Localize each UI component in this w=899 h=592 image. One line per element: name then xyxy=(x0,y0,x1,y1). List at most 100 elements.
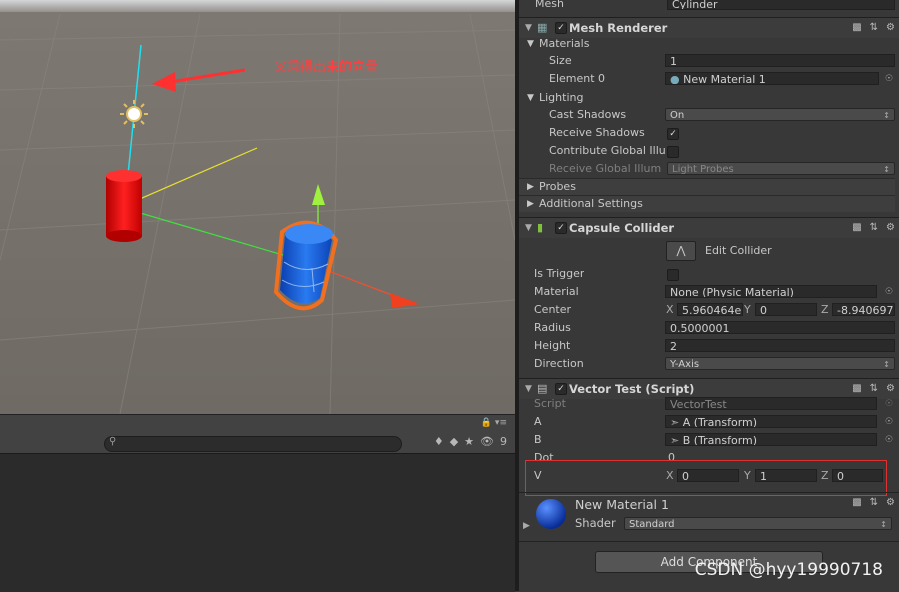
hidden-packages-icon[interactable]: 👁 xyxy=(480,435,494,448)
is-trigger-label: Is Trigger xyxy=(534,267,585,280)
element0-label: Element 0 xyxy=(549,72,606,85)
direction-value: Y-Axis xyxy=(670,359,700,370)
edit-collider-button[interactable]: ⋀ xyxy=(666,241,696,261)
height-field[interactable]: 2 xyxy=(665,339,895,352)
center-z-field[interactable]: -8.940697 xyxy=(832,303,895,316)
material-preview-section: ▶ New Material 1 Shader Standard ▩ ⇅ ⚙ xyxy=(519,492,899,541)
center-x-field[interactable]: 5.960464e xyxy=(677,303,743,316)
script-field: VectorTest xyxy=(665,397,877,410)
size-field[interactable]: 1 xyxy=(665,54,895,67)
vector-test-enabled-checkbox[interactable]: ✓ xyxy=(555,383,567,395)
cast-shadows-dropdown[interactable]: On xyxy=(665,108,895,121)
annotation-text: 叉乘得出来的向量 xyxy=(274,60,379,75)
radius-field[interactable]: 0.5000001 xyxy=(665,321,895,334)
help-book-icon[interactable]: ▩ xyxy=(852,218,861,238)
object-picker-icon[interactable]: ☉ xyxy=(885,283,893,301)
material-field[interactable]: None (Physic Material) xyxy=(665,285,877,298)
preset-icon[interactable]: ⇅ xyxy=(870,218,878,238)
direction-row: Direction Y-Axis xyxy=(519,355,899,373)
direction-dropdown[interactable]: Y-Axis xyxy=(665,357,895,370)
scene-view[interactable]: 叉乘得出来的向量 xyxy=(0,0,515,414)
mesh-value: Cylinder xyxy=(672,0,718,10)
b-field[interactable]: ➣ B (Transform) xyxy=(665,433,877,446)
probes-foldout[interactable]: ▶ Probes xyxy=(519,178,895,195)
receive-gi-value: Light Probes xyxy=(672,164,734,175)
size-value: 1 xyxy=(670,55,677,67)
receive-shadows-row: Receive Shadows ✓ xyxy=(519,124,899,142)
element0-field[interactable]: ● New Material 1 xyxy=(665,72,879,85)
red-cylinder[interactable] xyxy=(106,170,142,242)
mesh-renderer-enabled-checkbox[interactable]: ✓ xyxy=(555,22,567,34)
object-picker-icon[interactable]: ☉ xyxy=(885,431,893,449)
additional-settings-foldout[interactable]: ▶ Additional Settings xyxy=(519,195,895,212)
center-y-axis: Y xyxy=(744,303,751,316)
edit-collider-icon: ⋀ xyxy=(676,244,686,257)
element0-row: Element 0 ● New Material 1 ☉ xyxy=(519,70,899,88)
receive-shadows-label: Receive Shadows xyxy=(549,126,645,139)
shader-label: Shader xyxy=(575,516,616,530)
materials-foldout[interactable]: ▼ Materials xyxy=(519,35,899,53)
search-icon: ⚲ xyxy=(109,436,117,447)
preset-icon[interactable]: ⇅ xyxy=(870,497,878,508)
foldout-arrow-icon[interactable]: ▶ xyxy=(523,521,530,531)
radius-value: 0.5000001 xyxy=(670,322,730,334)
capsule-icon: ▮ xyxy=(537,221,544,234)
contribute-gi-label: Contribute Global Illu xyxy=(549,144,666,157)
script-label: Script xyxy=(534,397,566,410)
height-label: Height xyxy=(534,339,571,352)
height-value: 2 xyxy=(670,340,677,352)
additional-settings-label: Additional Settings xyxy=(539,197,643,210)
material-name: New Material 1 xyxy=(575,497,669,512)
object-picker-icon[interactable]: ☉ xyxy=(885,70,893,88)
direction-label: Direction xyxy=(534,357,584,370)
transform-icon: ➣ xyxy=(670,416,680,428)
capsule-collider-enabled-checkbox[interactable]: ✓ xyxy=(555,222,567,234)
favorite-star-icon[interactable]: ★ xyxy=(464,435,474,448)
material-preview-sphere xyxy=(536,499,566,529)
center-z-axis: Z xyxy=(821,303,829,316)
script-value: VectorTest xyxy=(670,398,727,410)
contribute-gi-checkbox[interactable] xyxy=(667,146,679,158)
foldout-arrow-icon: ▼ xyxy=(527,39,534,49)
mesh-field[interactable]: Cylinder xyxy=(667,0,895,10)
object-picker-icon[interactable]: ☉ xyxy=(885,413,893,431)
cast-shadows-label: Cast Shadows xyxy=(549,108,627,121)
foldout-arrow-icon: ▼ xyxy=(527,93,534,103)
capsule-collider-header[interactable]: ▼ ▮ ✓ Capsule Collider ▩ ⇅ ⚙ xyxy=(519,217,899,238)
receive-shadows-checkbox[interactable]: ✓ xyxy=(667,128,679,140)
center-y-value: 0 xyxy=(760,304,767,316)
search-input[interactable]: ⚲ xyxy=(104,436,402,452)
radius-label: Radius xyxy=(534,321,571,334)
material-label: Material xyxy=(534,285,579,298)
label-filter-icon[interactable]: ◆ xyxy=(450,435,458,448)
b-label: B xyxy=(534,433,542,446)
lock-icon[interactable]: 🔒 ▾≡ xyxy=(481,418,507,428)
is-trigger-checkbox[interactable] xyxy=(667,269,679,281)
cast-shadows-value: On xyxy=(670,110,685,121)
contribute-gi-row: Contribute Global Illu xyxy=(519,142,899,160)
inspector-panel: Mesh Cylinder ▼ ▦ ✓ Mesh Renderer ▩ ⇅ ⚙ ▼ … xyxy=(519,0,899,591)
lighting-foldout[interactable]: ▼ Lighting xyxy=(519,89,899,107)
help-book-icon[interactable]: ▩ xyxy=(852,497,861,508)
is-trigger-row: Is Trigger xyxy=(519,265,899,283)
project-panel xyxy=(0,453,515,592)
shader-value: Standard xyxy=(629,519,675,530)
receive-gi-row: Receive Global Illum Light Probes xyxy=(519,160,899,178)
height-row: Height 2 xyxy=(519,337,899,355)
shader-dropdown[interactable]: Standard xyxy=(624,517,892,530)
mesh-row: Mesh Cylinder xyxy=(519,0,899,13)
object-picker-icon: ☉ xyxy=(885,399,894,409)
project-toolbar: 🔒 ▾≡ ⚲ ♦ ◆ ★ 👁 9 xyxy=(0,414,515,453)
filter-type-icon[interactable]: ♦ xyxy=(434,435,444,448)
transform-icon: ➣ xyxy=(670,434,680,446)
collapse-arrow-icon[interactable]: ▼ xyxy=(525,218,532,238)
b-value: B (Transform) xyxy=(682,434,758,446)
gear-icon[interactable]: ⚙ xyxy=(886,218,895,238)
watermark: CSDN @hyy19990718 xyxy=(694,560,883,580)
center-x-value: 5.960464e xyxy=(682,304,742,316)
receive-gi-label: Receive Global Illum xyxy=(549,162,662,175)
material-row: Material None (Physic Material) ☉ xyxy=(519,283,899,301)
center-y-field[interactable]: 0 xyxy=(755,303,817,316)
gear-icon[interactable]: ⚙ xyxy=(886,497,895,508)
a-field[interactable]: ➣ A (Transform) xyxy=(665,415,877,428)
